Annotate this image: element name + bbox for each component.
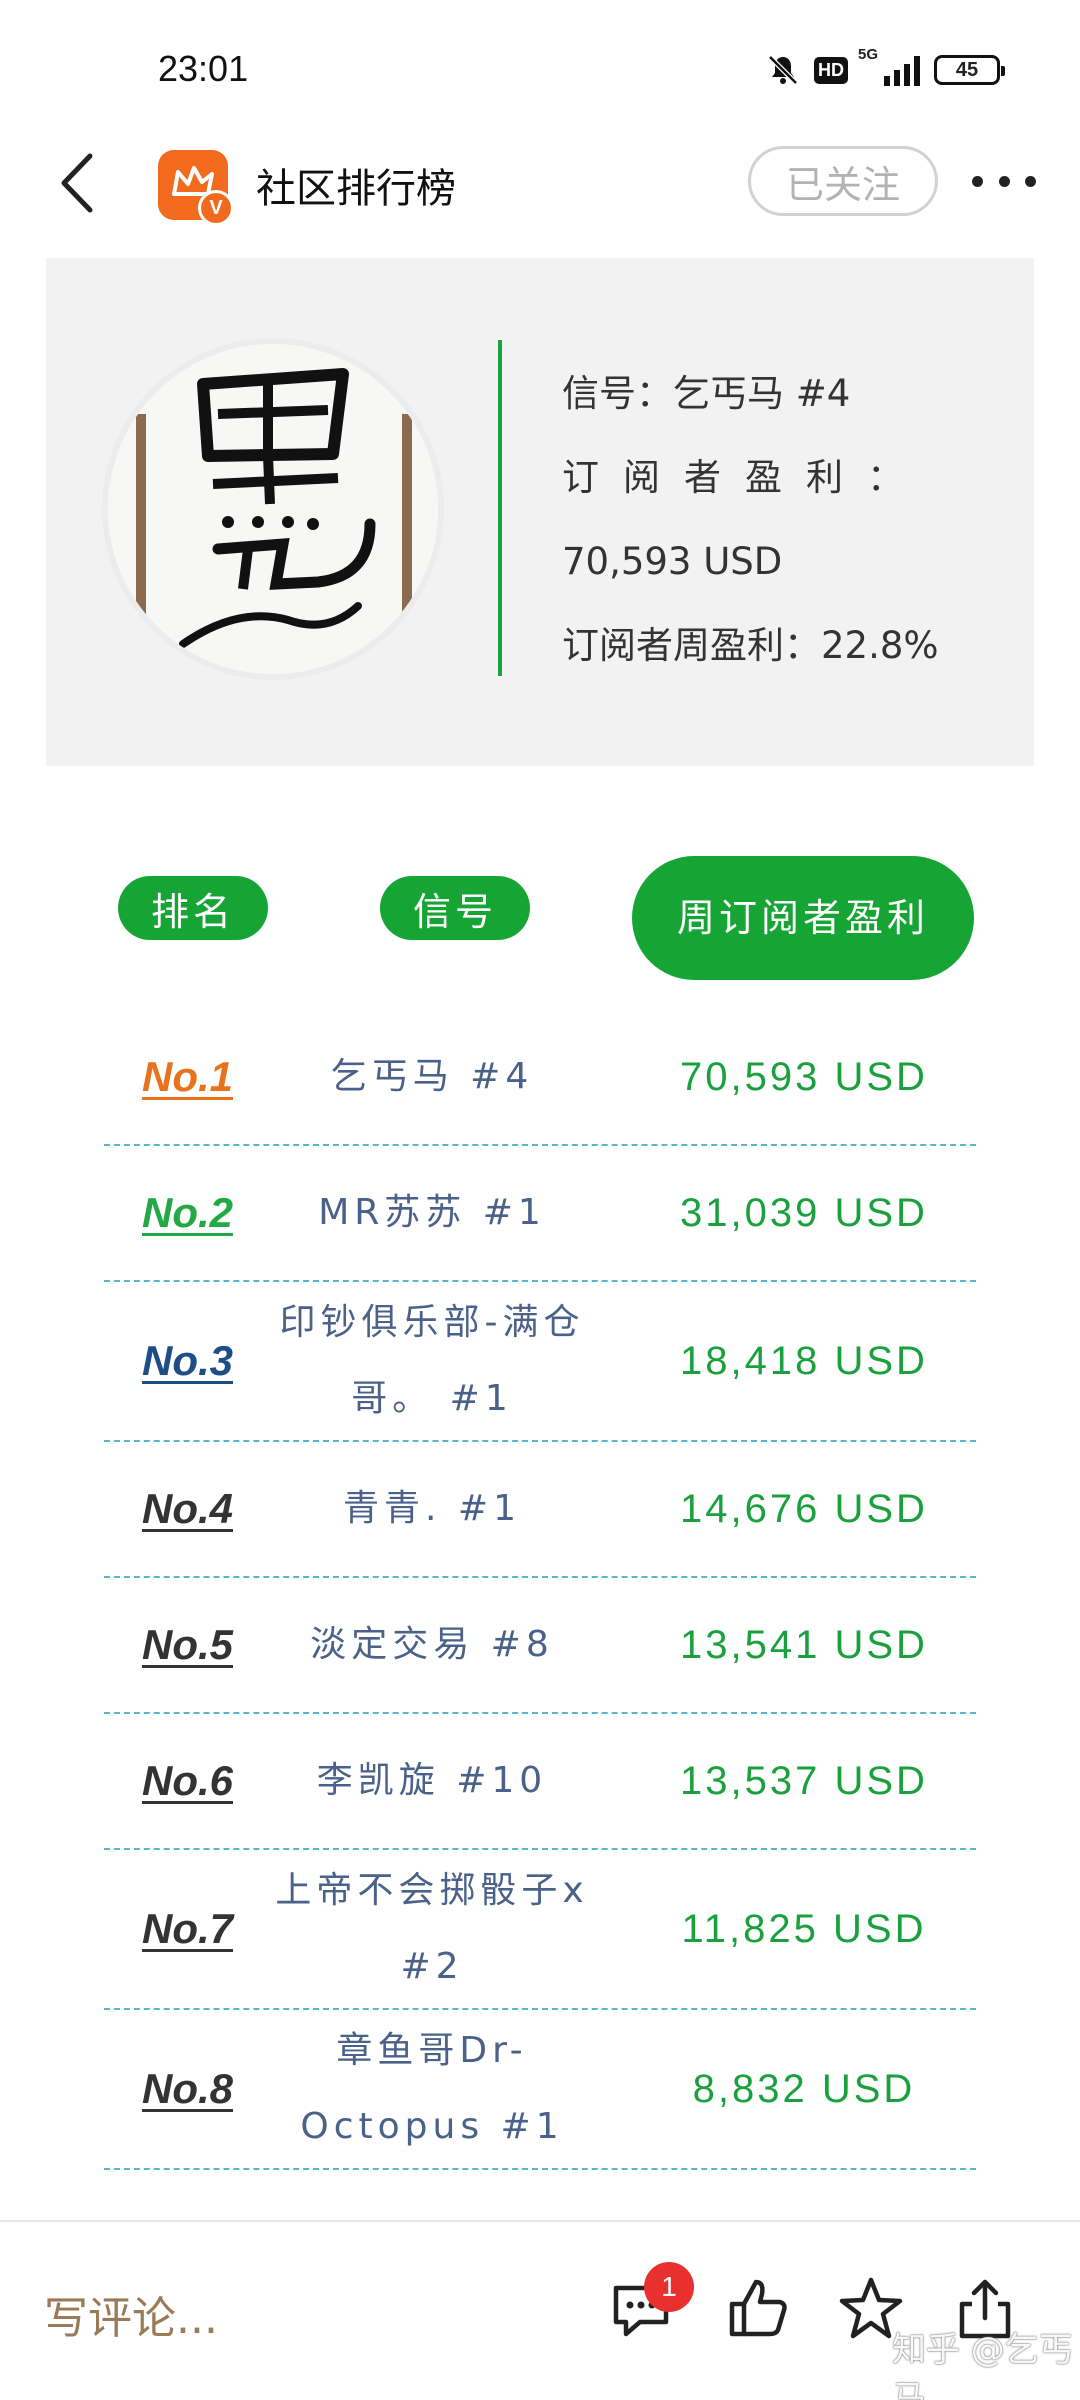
table-row[interactable]: No.7 上帝不会掷骰子x #2 11,825 USD xyxy=(104,1850,976,2010)
status-bar: 23:01 HD 5G 45 xyxy=(0,0,1080,130)
profit-value: 13,541 USD xyxy=(680,1622,928,1667)
column-header-signal: 信号 xyxy=(380,876,530,940)
weekly-profit: 订阅者周盈利：22.8% xyxy=(562,624,939,667)
calligraphy-avatar-image xyxy=(108,344,438,674)
rank-label: No.7 xyxy=(142,1905,234,1952)
signal-name: 上帝不会掷骰子x #2 xyxy=(275,1870,589,1987)
community-logo[interactable]: V xyxy=(158,150,234,226)
watermark: 知乎 @乞丐马 xyxy=(892,2330,1073,2400)
battery-icon: 45 xyxy=(934,55,1005,85)
dot-icon xyxy=(1025,175,1036,187)
rank-label: No.4 xyxy=(142,1485,234,1532)
signal-name: 淡定交易 #8 xyxy=(310,1624,554,1665)
profit-value: 13,537 USD xyxy=(680,1758,928,1803)
page-title: 社区排行榜 xyxy=(256,166,456,212)
thumbs-up-icon xyxy=(729,2279,787,2337)
dot-icon xyxy=(972,175,983,187)
rank-label: No.5 xyxy=(142,1621,234,1668)
column-header-rank: 排名 xyxy=(118,876,268,940)
signal-profile-card: 信号：乞丐马 #4 订阅者盈利： 70,593 USD 订阅者周盈利：22.8% xyxy=(46,258,1034,766)
profit-value: 70,593 USD xyxy=(680,1054,928,1099)
card-divider xyxy=(498,340,502,676)
comment-input[interactable]: 写评论... xyxy=(44,2282,218,2346)
follow-button[interactable]: 已关注 xyxy=(748,146,938,216)
like-button[interactable] xyxy=(722,2274,792,2344)
rank-label: No.1 xyxy=(142,1053,234,1100)
signal-name: 李凯旋 #10 xyxy=(316,1760,548,1801)
table-row[interactable]: No.4 青青. #1 14,676 USD xyxy=(104,1442,976,1578)
profit-value: 11,825 USD xyxy=(681,1906,927,1951)
signal-stats: 信号：乞丐马 #4 订阅者盈利： 70,593 USD 订阅者周盈利：22.8% xyxy=(562,352,1002,688)
table-row[interactable]: No.2 MR苏苏 #1 31,039 USD xyxy=(104,1146,976,1282)
signal-name: 印钞俱乐部-满仓哥。 #1 xyxy=(279,1302,585,1419)
app-header: V 社区排行榜 已关注 xyxy=(0,130,1080,240)
profit-value: 8,832 USD xyxy=(692,2066,916,2111)
signal-name: MR苏苏 #1 xyxy=(318,1192,546,1233)
profit-label: 订阅者盈利： xyxy=(562,456,928,499)
table-row[interactable]: No.8 章鱼哥Dr-Octopus #1 8,832 USD xyxy=(104,2010,976,2170)
signal-name: 信号：乞丐马 #4 xyxy=(562,372,851,415)
avatar[interactable] xyxy=(108,344,438,674)
table-row[interactable]: No.6 李凯旋 #10 13,537 USD xyxy=(104,1714,976,1850)
leaderboard-table: No.1 乞丐马 #4 70,593 USD No.2 MR苏苏 #1 31,0… xyxy=(104,1010,976,2306)
back-button[interactable] xyxy=(50,148,110,218)
verified-badge: V xyxy=(198,190,234,226)
dot-icon xyxy=(998,175,1010,187)
column-header-weekly-profit: 周订阅者盈利 xyxy=(632,856,974,980)
mute-bell-icon xyxy=(766,53,800,87)
rank-label: No.3 xyxy=(142,1337,234,1384)
hd-icon: HD xyxy=(814,53,848,87)
signal-name: 乞丐马 #4 xyxy=(330,1056,534,1097)
chevron-left-icon xyxy=(61,153,93,213)
signal-name: 章鱼哥Dr-Octopus #1 xyxy=(300,2030,564,2147)
rank-label: No.8 xyxy=(142,2065,234,2112)
more-options-button[interactable] xyxy=(972,166,1036,196)
profit-value: 31,039 USD xyxy=(680,1190,928,1235)
rank-label: No.6 xyxy=(142,1757,234,1804)
profit-value: 18,418 USD xyxy=(680,1338,928,1383)
table-row[interactable]: No.3 印钞俱乐部-满仓哥。 #1 18,418 USD xyxy=(104,1282,976,1442)
comment-count-badge: 1 xyxy=(644,2262,694,2312)
profit-value: 70,593 USD xyxy=(562,540,783,583)
signal-name: 青青. #1 xyxy=(343,1488,521,1529)
table-row[interactable]: No.1 乞丐马 #4 70,593 USD xyxy=(104,1010,976,1146)
rank-label: No.2 xyxy=(142,1189,234,1236)
status-time: 23:01 xyxy=(158,48,249,89)
table-row[interactable]: No.5 淡定交易 #8 13,541 USD xyxy=(104,1578,976,1714)
status-icons: HD 5G 45 xyxy=(766,46,1005,90)
profit-value: 14,676 USD xyxy=(680,1486,928,1531)
signal-5g-icon: 5G xyxy=(858,46,920,86)
bottom-action-bar: 写评论... 1 知乎 @乞丐马 xyxy=(0,2220,1080,2400)
